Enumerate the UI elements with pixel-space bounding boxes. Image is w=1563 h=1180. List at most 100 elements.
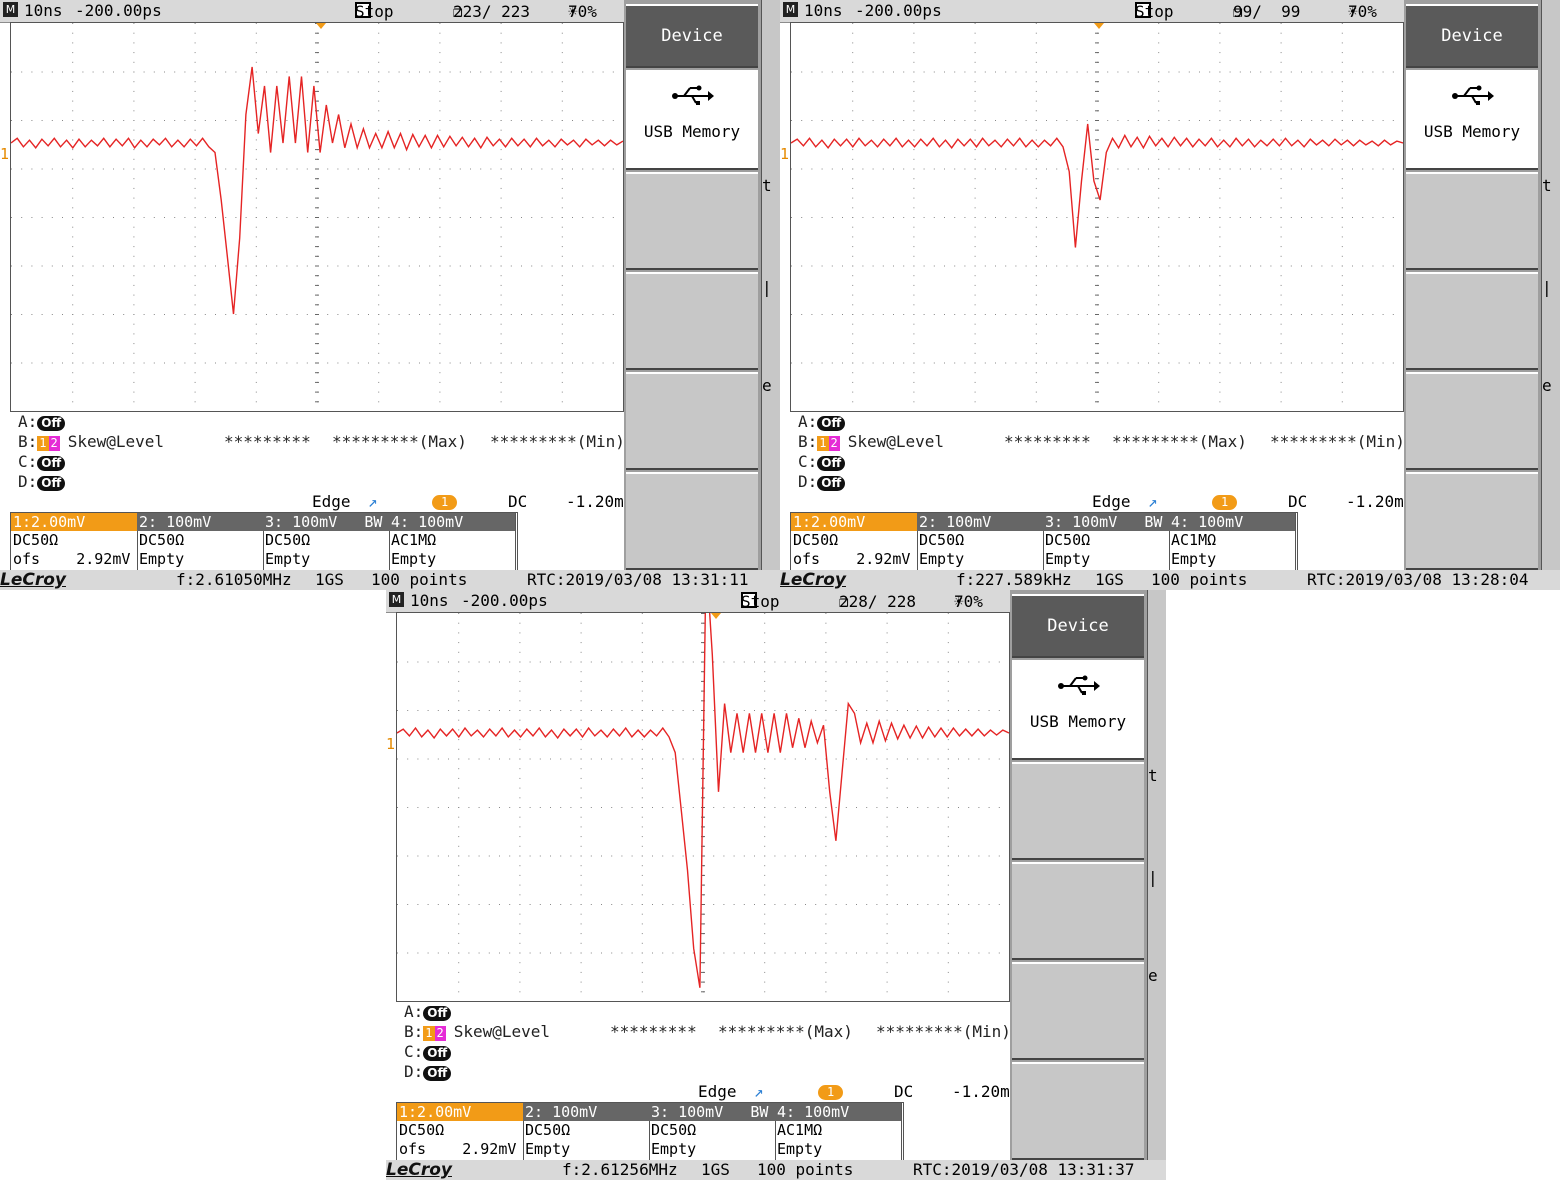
grid-dot bbox=[988, 710, 990, 711]
channel-4-settings[interactable]: 4: 100mV AC1MΩ Empty bbox=[775, 1103, 902, 1160]
menu-softkey-1[interactable] bbox=[1406, 172, 1538, 270]
grid-dot bbox=[1280, 294, 1282, 296]
channel-2-settings[interactable]: 2: 100mV DC50Ω Empty bbox=[523, 1103, 650, 1160]
measurement-row[interactable]: C: Off bbox=[18, 452, 66, 472]
menu-softkey-2[interactable] bbox=[1012, 862, 1144, 960]
channel-scale-label[interactable]: 4: 100mV bbox=[389, 513, 515, 531]
channel-3-settings[interactable]: 3: 100mV BW DC50Ω Empty bbox=[263, 513, 390, 570]
trigger-delay-value[interactable]: -200.00ps bbox=[461, 591, 548, 610]
channel-1-level-marker[interactable]: 1 bbox=[386, 735, 395, 753]
timebase-value[interactable]: 10ns bbox=[410, 591, 449, 610]
grid-dot bbox=[580, 845, 582, 847]
measurement-row[interactable]: B: 1 2 Skew@Level ********* *********(Max) ***… bbox=[798, 432, 1405, 452]
channel-4-settings[interactable]: 4: 100mV AC1MΩ Empty bbox=[1169, 513, 1296, 570]
channel-scale-label[interactable]: 1:2.00mV bbox=[791, 513, 917, 531]
grid-dot bbox=[368, 314, 369, 315]
channel-1-settings[interactable]: 1:2.00mV DC50Ω ofs 2.92mV bbox=[397, 1103, 524, 1160]
measurement-row[interactable]: B: 1 2 Skew@Level ********* *********(Max) ***… bbox=[404, 1022, 1011, 1042]
grid-dot bbox=[947, 797, 949, 799]
grid-dot bbox=[225, 168, 227, 170]
off-badge[interactable]: Off bbox=[817, 456, 846, 471]
grid-dot bbox=[754, 710, 755, 711]
measurement-row[interactable]: D: Off bbox=[18, 472, 66, 492]
off-badge[interactable]: Off bbox=[423, 1066, 452, 1081]
trigger-position-marker[interactable] bbox=[316, 23, 326, 29]
grid-dot bbox=[862, 168, 864, 170]
grid-dot bbox=[266, 71, 267, 73]
channel-scale-label[interactable]: 4: 100mV bbox=[775, 1103, 901, 1121]
channel-scale-label[interactable]: 2: 100mV bbox=[137, 513, 263, 531]
channel-3-settings[interactable]: 3: 100mV BW DC50Ω Empty bbox=[649, 1103, 776, 1160]
menu-softkey-3[interactable] bbox=[1406, 372, 1538, 470]
trigger-position-marker[interactable] bbox=[1094, 23, 1104, 29]
grid-dot bbox=[641, 894, 643, 896]
channel-scale-label[interactable]: 2: 100mV bbox=[917, 513, 1043, 531]
menu-softkey-3[interactable] bbox=[626, 372, 758, 470]
channel-2-settings[interactable]: 2: 100mV DC50Ω Empty bbox=[137, 513, 264, 570]
menu-softkey-4[interactable] bbox=[1012, 1062, 1144, 1160]
grid-dot bbox=[561, 81, 563, 83]
menu-softkey-1[interactable] bbox=[626, 172, 758, 270]
menu-softkey-4[interactable] bbox=[1406, 472, 1538, 570]
timebase-value[interactable]: 10ns bbox=[804, 1, 843, 20]
measurement-row[interactable]: B: 1 2 Skew@Level ********* *********(Max) ***… bbox=[18, 432, 625, 452]
grid-dot bbox=[510, 71, 512, 73]
grid-dot bbox=[1127, 265, 1129, 267]
off-badge[interactable]: Off bbox=[423, 1046, 452, 1061]
measurement-row[interactable]: A: Off bbox=[18, 412, 66, 432]
channel-1-level-marker[interactable]: 1 bbox=[780, 145, 789, 163]
menu-softkey-4[interactable] bbox=[626, 472, 758, 570]
measurement-row[interactable]: A: Off bbox=[404, 1002, 452, 1022]
grid-dot bbox=[866, 661, 868, 663]
menu-softkey-3[interactable] bbox=[1012, 962, 1144, 1060]
channel-scale-label[interactable]: 3: 100mV BW bbox=[1043, 513, 1169, 531]
measurement-row[interactable]: D: Off bbox=[404, 1062, 452, 1082]
usb-memory-button[interactable]: USB Memory bbox=[1406, 70, 1538, 170]
off-badge[interactable]: Off bbox=[817, 416, 846, 431]
channel-scale-label[interactable]: 1:2.00mV bbox=[11, 513, 137, 531]
channel-scale-label[interactable]: 2: 100mV bbox=[523, 1103, 649, 1121]
channel-3-settings[interactable]: 3: 100mV BW DC50Ω Empty bbox=[1043, 513, 1170, 570]
grid-dot bbox=[306, 71, 308, 73]
trigger-position-marker[interactable] bbox=[711, 613, 721, 619]
menu-softkey-2[interactable] bbox=[626, 272, 758, 370]
menu-softkey-1[interactable] bbox=[1012, 762, 1144, 860]
channel-scale-label[interactable]: 3: 100mV BW bbox=[263, 513, 389, 531]
channel-1-settings[interactable]: 1:2.00mV DC50Ω ofs 2.92mV bbox=[791, 513, 918, 570]
channel-1-level-marker[interactable]: 1 bbox=[0, 145, 9, 163]
off-badge[interactable]: Off bbox=[37, 416, 66, 431]
grid-dot bbox=[357, 71, 359, 73]
grid-dot bbox=[296, 217, 298, 218]
menu-softkey-2[interactable] bbox=[1406, 272, 1538, 370]
grid-dot bbox=[560, 758, 562, 760]
grid-dot bbox=[590, 855, 592, 857]
trigger-delay-value[interactable]: -200.00ps bbox=[75, 1, 162, 20]
channel-1-settings[interactable]: 1:2.00mV DC50Ω ofs 2.92mV bbox=[11, 513, 138, 570]
grid-dot bbox=[947, 913, 949, 915]
usb-memory-button[interactable]: USB Memory bbox=[626, 70, 758, 170]
measurement-row[interactable]: A: Off bbox=[798, 412, 846, 432]
off-badge[interactable]: Off bbox=[817, 476, 846, 491]
grid-dot bbox=[458, 816, 460, 818]
timebase-value[interactable]: 10ns bbox=[24, 1, 63, 20]
grid-dot bbox=[1239, 168, 1241, 170]
channel-2-settings[interactable]: 2: 100mV DC50Ω Empty bbox=[917, 513, 1044, 570]
grid-dot bbox=[1086, 217, 1088, 218]
off-badge[interactable]: Off bbox=[37, 476, 66, 491]
grid-dot bbox=[72, 265, 74, 267]
grid-dot bbox=[357, 217, 359, 218]
usb-memory-button[interactable]: USB Memory bbox=[1012, 660, 1144, 760]
off-badge[interactable]: Off bbox=[37, 456, 66, 471]
measurement-row[interactable]: C: Off bbox=[798, 452, 846, 472]
channel-4-settings[interactable]: 4: 100mV AC1MΩ Empty bbox=[389, 513, 516, 570]
grid-dot bbox=[856, 710, 857, 711]
grid-dot bbox=[1158, 362, 1160, 364]
channel-scale-label[interactable]: 3: 100mV BW bbox=[649, 1103, 775, 1121]
trigger-delay-value[interactable]: -200.00ps bbox=[855, 1, 942, 20]
channel-scale-label[interactable]: 1:2.00mV bbox=[397, 1103, 523, 1121]
measurement-row[interactable]: C: Off bbox=[404, 1042, 452, 1062]
off-badge[interactable]: Off bbox=[423, 1006, 452, 1021]
grid-dot bbox=[1321, 362, 1323, 364]
channel-scale-label[interactable]: 4: 100mV bbox=[1169, 513, 1295, 531]
measurement-row[interactable]: D: Off bbox=[798, 472, 846, 492]
